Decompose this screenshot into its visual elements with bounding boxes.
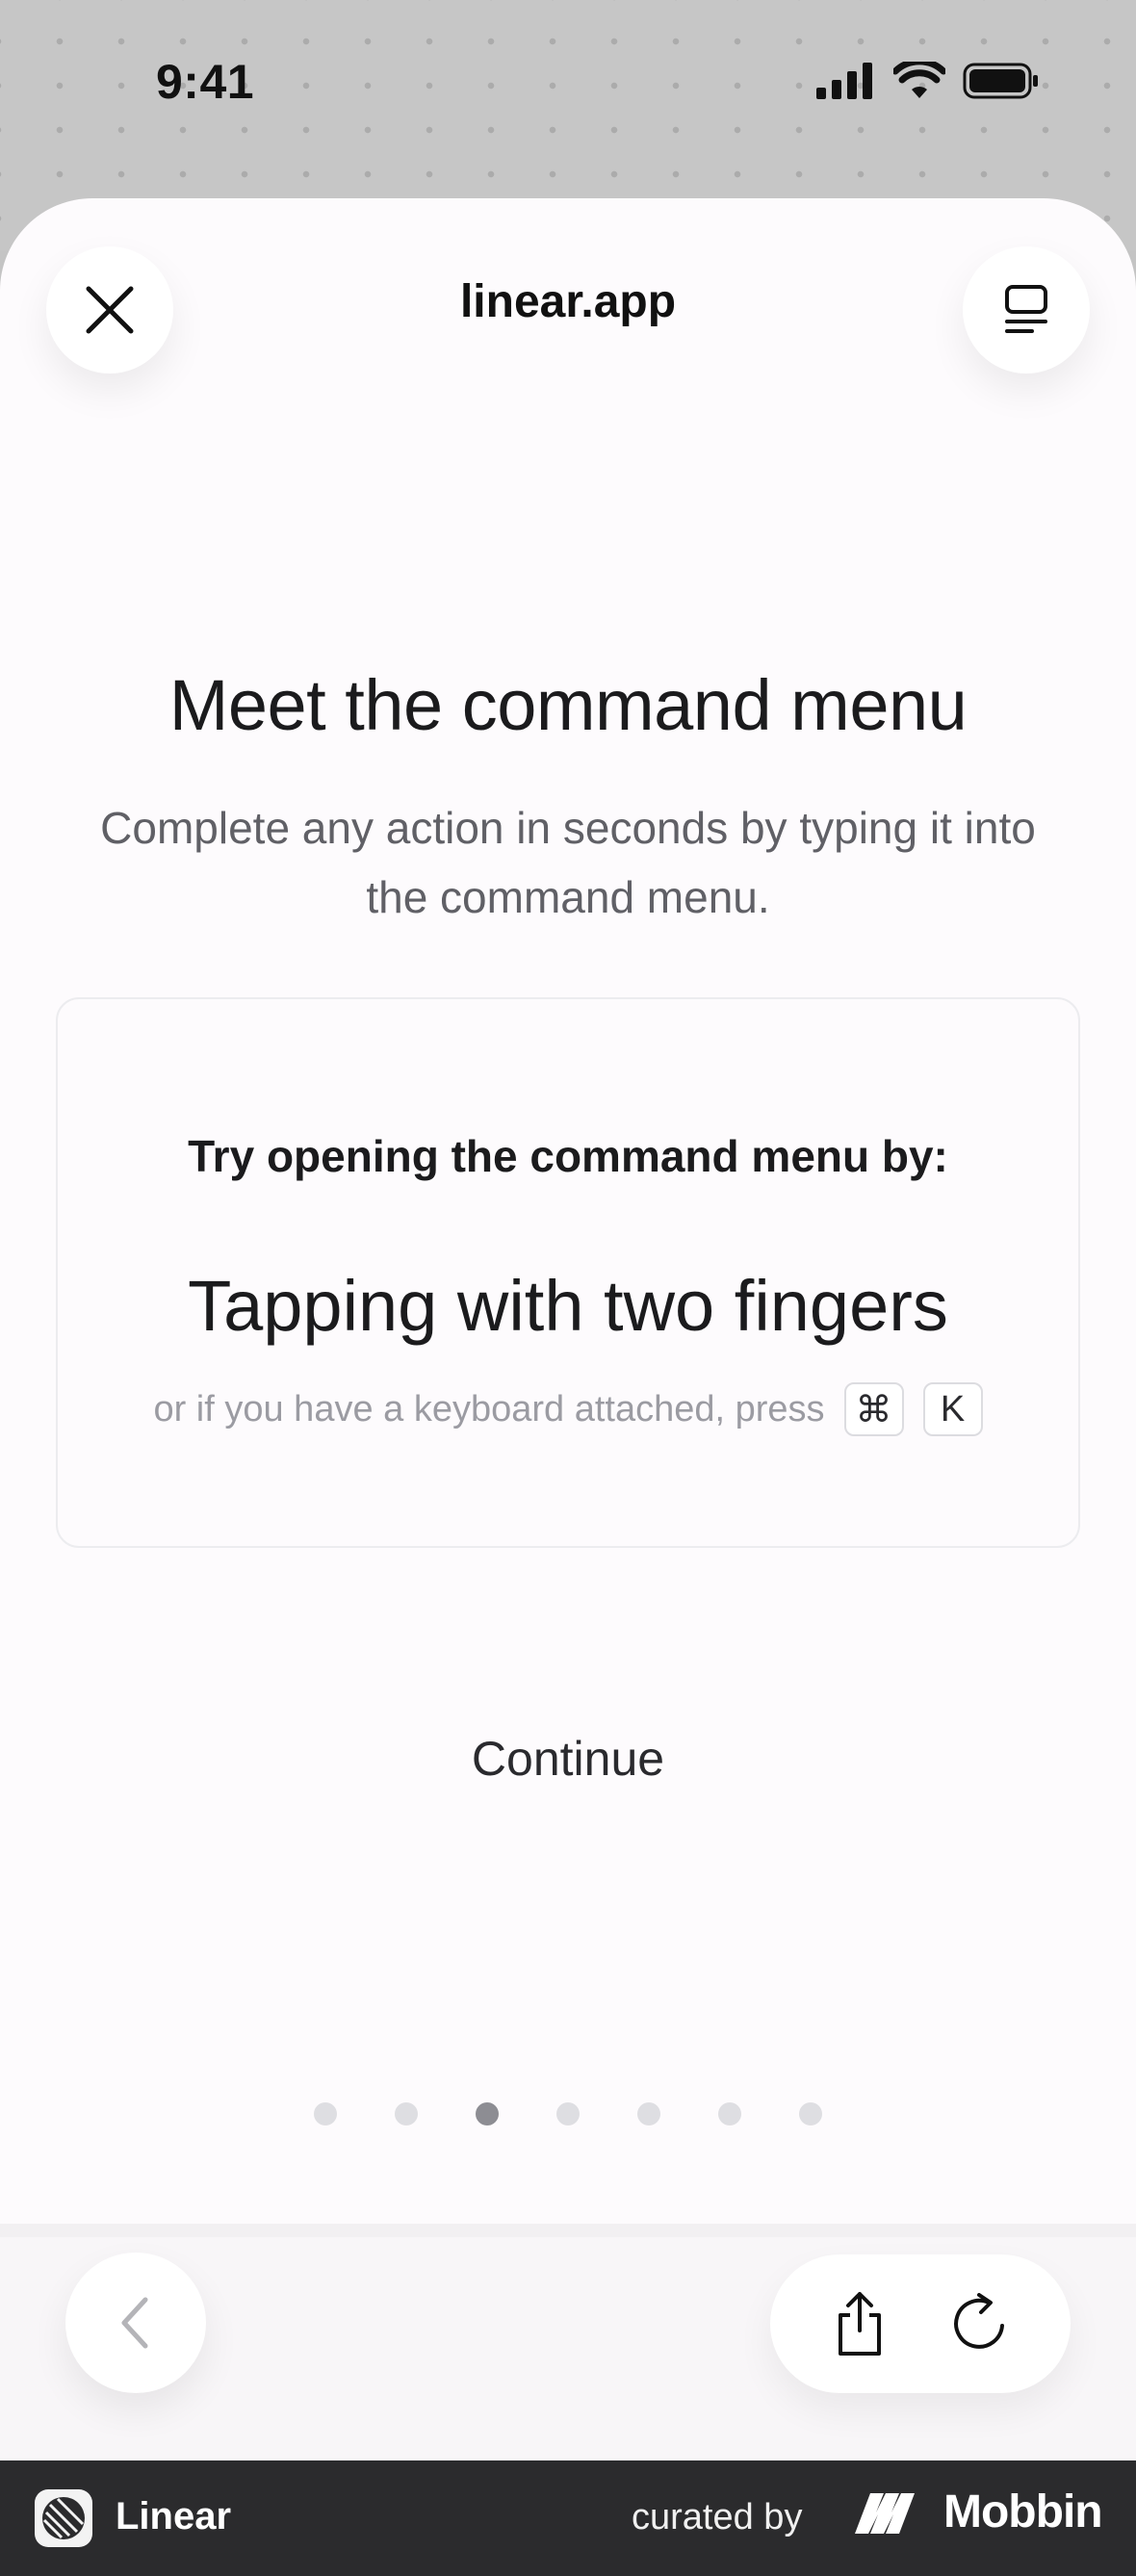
- status-time: 9:41: [156, 55, 255, 109]
- reload-button[interactable]: [933, 2276, 1029, 2372]
- pagination-dots: [0, 2102, 1136, 2125]
- reload-icon: [954, 2293, 1004, 2349]
- keyboard-hint-text: or if you have a keyboard attached, pres…: [153, 1388, 825, 1430]
- tab-overview-button[interactable]: [963, 246, 1090, 374]
- mobbin-brand: Mobbin: [853, 2486, 1103, 2538]
- screen: 9:41 linear.app Meet the command menu Co…: [0, 0, 1136, 2576]
- continue-button[interactable]: Continue: [0, 1731, 1136, 1787]
- pagination-dot: [476, 2102, 499, 2125]
- gesture-instruction: Tapping with two fingers: [188, 1266, 948, 1346]
- share-button[interactable]: [812, 2276, 908, 2372]
- wifi-icon: [893, 62, 945, 98]
- back-button[interactable]: [65, 2253, 206, 2393]
- mobbin-logo-icon: [855, 2492, 915, 2534]
- card-label: Try opening the command menu by:: [188, 1131, 948, 1181]
- status-bar: 9:41: [0, 0, 1136, 173]
- keyboard-hint: or if you have a keyboard attached, pres…: [58, 1382, 1078, 1436]
- browser-toolbar: [0, 2224, 1136, 2460]
- pagination-dot: [718, 2102, 741, 2125]
- pagination-dot: [395, 2102, 418, 2125]
- footer-bar: Linear curated by Mobbin: [0, 2460, 1136, 2576]
- pagination-dot: [637, 2102, 660, 2125]
- status-icons: [816, 62, 1040, 100]
- command-key: ⌘: [843, 1382, 904, 1436]
- page-subtitle: Complete any action in seconds by typing…: [100, 803, 1036, 922]
- footer-brand-name: Mobbin: [943, 2486, 1103, 2537]
- k-key: K: [922, 1382, 983, 1436]
- toolbar-actions: [770, 2254, 1071, 2393]
- footer-app-name: Linear: [116, 2495, 232, 2537]
- cellular-signal-icon: [816, 63, 872, 99]
- page-title: Meet the command menu: [168, 665, 968, 745]
- footer-curated-by: curated by: [632, 2497, 803, 2537]
- tab-overview-icon: [1005, 285, 1047, 333]
- share-icon: [839, 2292, 881, 2356]
- pagination-dot: [556, 2102, 580, 2125]
- pagination-dot: [799, 2102, 822, 2125]
- pagination-dot: [314, 2102, 337, 2125]
- battery-icon: [963, 63, 1038, 99]
- linear-logo-icon: [35, 2489, 92, 2547]
- browser-sheet: linear.app Meet the command menu Complet…: [0, 198, 1136, 2460]
- chevron-left-icon: [121, 2297, 148, 2349]
- command-menu-card: Try opening the command menu by: Tapping…: [56, 997, 1080, 1548]
